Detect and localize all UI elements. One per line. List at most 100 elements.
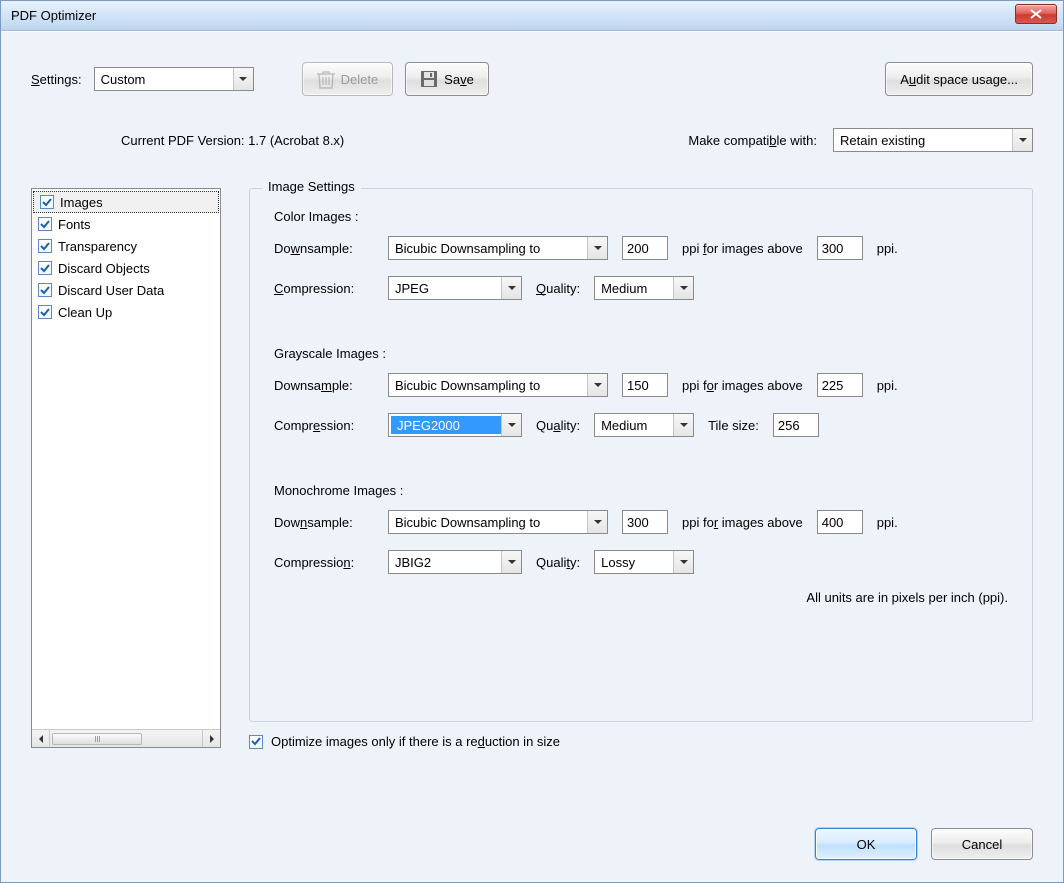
color-quality-label: Quality: — [536, 281, 580, 296]
color-quality-dropdown[interactable]: Medium — [594, 276, 694, 300]
gray-above-input[interactable] — [817, 373, 863, 397]
chevron-down-icon — [501, 277, 521, 299]
sidebar-scrollbar[interactable] — [32, 729, 220, 747]
chevron-down-icon — [501, 551, 521, 573]
dropdown-value: Bicubic Downsampling to — [389, 515, 587, 530]
checkbox[interactable] — [38, 261, 52, 275]
delete-button[interactable]: Delete — [302, 62, 394, 96]
window-title: PDF Optimizer — [11, 8, 96, 23]
units-note: All units are in pixels per inch (ppi). — [274, 590, 1008, 605]
cancel-button[interactable]: Cancel — [931, 828, 1033, 860]
chevron-down-icon — [233, 68, 253, 90]
chevron-down-icon — [673, 277, 693, 299]
dropdown-value: Lossy — [595, 555, 673, 570]
color-downsample-dropdown[interactable]: Bicubic Downsampling to — [388, 236, 608, 260]
chevron-down-icon — [587, 374, 607, 396]
color-compression-dropdown[interactable]: JPEG — [388, 276, 522, 300]
optimize-only-label: Optimize images only if there is a reduc… — [271, 734, 560, 749]
scroll-thumb[interactable] — [52, 733, 142, 745]
settings-dropdown[interactable]: Custom — [94, 67, 254, 91]
chevron-down-icon — [501, 414, 521, 436]
optimize-only-row: Optimize images only if there is a reduc… — [249, 734, 1033, 749]
mono-downsample-label: Downsample: — [274, 515, 374, 530]
titlebar[interactable]: PDF Optimizer — [1, 1, 1063, 31]
cancel-label: Cancel — [962, 837, 1002, 852]
sidebar-item-transparency[interactable]: Transparency — [32, 235, 220, 257]
sidebar-item-clean-up[interactable]: Clean Up — [32, 301, 220, 323]
mono-downsample-dropdown[interactable]: Bicubic Downsampling to — [388, 510, 608, 534]
gray-heading: Grayscale Images : — [274, 346, 1008, 361]
save-button[interactable]: Save — [405, 62, 489, 96]
category-sidebar: Images Fonts Transparency Discard Object… — [31, 188, 221, 748]
mono-quality-dropdown[interactable]: Lossy — [594, 550, 694, 574]
info-row: Current PDF Version: 1.7 (Acrobat 8.x) M… — [31, 128, 1033, 152]
gray-downsample-label: Downsample: — [274, 378, 374, 393]
sidebar-item-fonts[interactable]: Fonts — [32, 213, 220, 235]
audit-button[interactable]: Audit space usage... — [885, 62, 1033, 96]
mono-for-images-label: ppi for images above — [682, 515, 803, 530]
scroll-right-button[interactable] — [202, 730, 220, 747]
audit-label: Audit space usage... — [900, 72, 1018, 87]
mono-heading: Monochrome Images : — [274, 483, 1008, 498]
image-settings-group: Color Images : Downsample: Bicubic Downs… — [249, 188, 1033, 722]
main-body: Images Fonts Transparency Discard Object… — [31, 188, 1033, 749]
client-area: Settings: Custom Delete — [1, 31, 1063, 882]
mono-quality-label: Quality: — [536, 555, 580, 570]
checkbox[interactable] — [40, 195, 54, 209]
checkbox[interactable] — [38, 305, 52, 319]
gray-quality-dropdown[interactable]: Medium — [594, 413, 694, 437]
optimize-only-checkbox[interactable] — [249, 735, 263, 749]
dialog-window: PDF Optimizer Settings: Custom Delete — [0, 0, 1064, 883]
mono-compression-dropdown[interactable]: JBIG2 — [388, 550, 522, 574]
ok-label: OK — [857, 837, 876, 852]
dropdown-value: JPEG — [389, 281, 501, 296]
ppi-suffix: ppi. — [877, 378, 898, 393]
checkbox[interactable] — [38, 217, 52, 231]
dropdown-value: Bicubic Downsampling to — [389, 378, 587, 393]
color-heading: Color Images : — [274, 209, 1008, 224]
sidebar-item-discard-objects[interactable]: Discard Objects — [32, 257, 220, 279]
gray-downsample-dropdown[interactable]: Bicubic Downsampling to — [388, 373, 608, 397]
gray-tilesize-input[interactable] — [773, 413, 819, 437]
chevron-down-icon — [1012, 129, 1032, 151]
compat-value: Retain existing — [834, 133, 1012, 148]
sidebar-item-label: Transparency — [58, 239, 137, 254]
top-row: Settings: Custom Delete — [31, 62, 1033, 96]
dropdown-value: Medium — [595, 418, 673, 433]
save-label: Save — [444, 72, 474, 87]
sidebar-item-images[interactable]: Images — [33, 191, 219, 213]
dropdown-value: JBIG2 — [389, 555, 501, 570]
delete-label: Delete — [341, 72, 379, 87]
color-above-input[interactable] — [817, 236, 863, 260]
compat-label: Make compatible with: — [688, 133, 817, 148]
chevron-down-icon — [673, 414, 693, 436]
sidebar-item-discard-user-data[interactable]: Discard User Data — [32, 279, 220, 301]
dropdown-value: Medium — [595, 281, 673, 296]
mono-above-input[interactable] — [817, 510, 863, 534]
settings-label: Settings: — [31, 72, 82, 87]
ok-button[interactable]: OK — [815, 828, 917, 860]
close-icon — [1030, 9, 1042, 19]
sidebar-item-label: Discard User Data — [58, 283, 164, 298]
gray-compression-dropdown[interactable]: JPEG2000 — [388, 413, 522, 437]
scroll-left-button[interactable] — [32, 730, 50, 747]
floppy-icon — [420, 70, 438, 88]
mono-compression-label: Compression: — [274, 555, 374, 570]
gray-for-images-label: ppi for images above — [682, 378, 803, 393]
gray-ppi-input[interactable] — [622, 373, 668, 397]
checkbox[interactable] — [38, 283, 52, 297]
dropdown-value: JPEG2000 — [391, 416, 501, 434]
chevron-down-icon — [673, 551, 693, 573]
sidebar-item-label: Discard Objects — [58, 261, 150, 276]
close-button[interactable] — [1015, 4, 1057, 24]
checkbox[interactable] — [38, 239, 52, 253]
sidebar-item-label: Fonts — [58, 217, 91, 232]
dropdown-value: Bicubic Downsampling to — [389, 241, 587, 256]
mono-ppi-input[interactable] — [622, 510, 668, 534]
color-ppi-input[interactable] — [622, 236, 668, 260]
color-for-images-label: ppi for images above — [682, 241, 803, 256]
chevron-down-icon — [587, 511, 607, 533]
compat-dropdown[interactable]: Retain existing — [833, 128, 1033, 152]
gray-compression-label: Compression: — [274, 418, 374, 433]
ppi-suffix: ppi. — [877, 515, 898, 530]
